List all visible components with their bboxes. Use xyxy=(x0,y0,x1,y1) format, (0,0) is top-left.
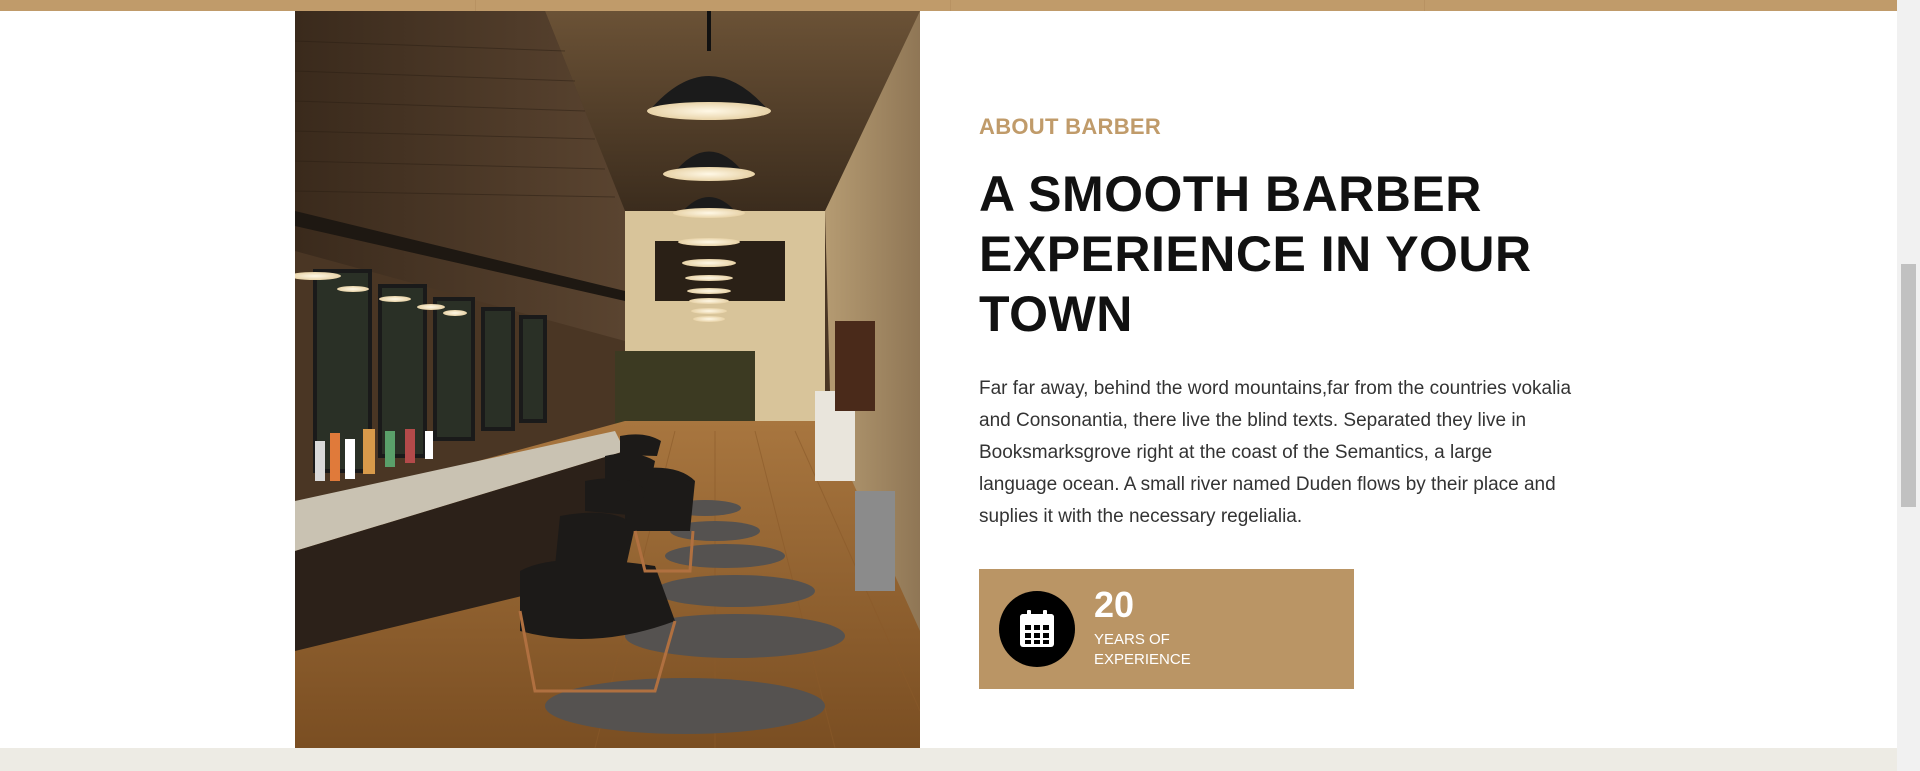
description-line: Far far away, behind the word mountains,… xyxy=(979,378,1572,399)
description-line: and Consonantia, there live the blind te… xyxy=(979,410,1527,431)
heading-line: EXPERIENCE IN YOUR xyxy=(979,226,1532,282)
calendar-icon xyxy=(1020,610,1054,647)
stat-number: 20 xyxy=(1094,584,1135,625)
section-description: Far far away, behind the word mountains,… xyxy=(979,373,1619,533)
stat-label-line: EXPERIENCE xyxy=(1094,651,1191,668)
top-accent-bar xyxy=(0,0,1897,11)
description-line: Booksmarksgrove right at the coast of th… xyxy=(979,442,1493,463)
section-eyebrow: ABOUT BARBER xyxy=(979,114,1162,139)
description-line: language ocean. A small river named Dude… xyxy=(979,474,1556,495)
stat-label: YEARS OF EXPERIENCE xyxy=(1094,630,1234,670)
about-section: ABOUT BARBER A SMOOTH BARBER EXPERIENCE … xyxy=(979,112,1619,533)
description-line: suplies it with the necessary regelialia… xyxy=(979,506,1303,527)
page-scrollbar[interactable] xyxy=(1897,0,1920,771)
page: ABOUT BARBER A SMOOTH BARBER EXPERIENCE … xyxy=(0,0,1920,771)
next-section-band xyxy=(0,748,1897,771)
top-bar-divider xyxy=(475,0,476,11)
experience-stat-box: 20 YEARS OF EXPERIENCE xyxy=(979,569,1354,689)
heading-line: A SMOOTH BARBER xyxy=(979,166,1482,222)
section-heading: A SMOOTH BARBER EXPERIENCE IN YOUR TOWN xyxy=(979,164,1619,344)
top-bar-divider xyxy=(1424,0,1425,11)
barbershop-photo xyxy=(295,11,920,748)
heading-line: TOWN xyxy=(979,286,1133,342)
calendar-icon-circle xyxy=(999,591,1075,667)
stat-label-line: YEARS OF xyxy=(1094,631,1170,648)
scrollbar-thumb[interactable] xyxy=(1901,264,1916,507)
top-bar-divider xyxy=(950,0,951,11)
